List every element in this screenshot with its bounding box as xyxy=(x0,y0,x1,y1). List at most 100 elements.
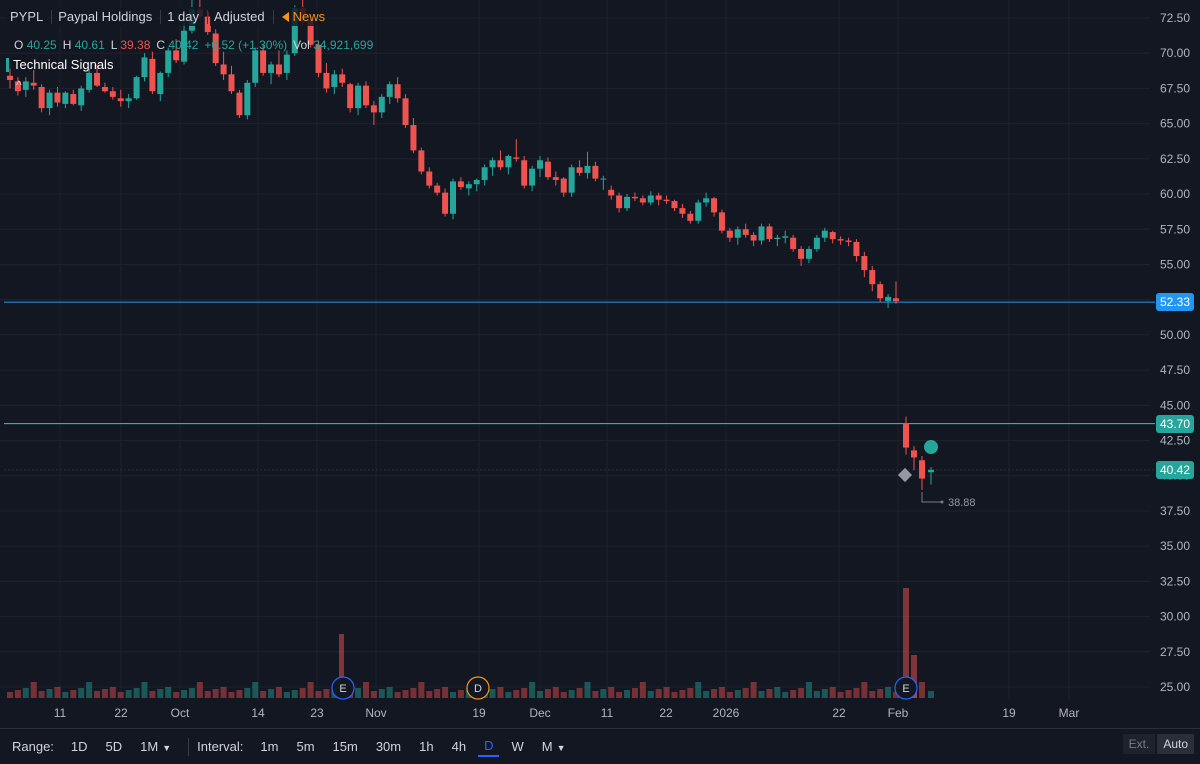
candle-body xyxy=(347,84,354,109)
change-value: +0.52 (+1.30%) xyxy=(204,38,288,52)
volume-bar xyxy=(196,682,203,698)
volume-bar xyxy=(750,682,757,698)
candle-body xyxy=(837,239,844,241)
candle-body xyxy=(821,230,828,238)
volume-bar xyxy=(434,689,441,698)
interval-1m-button[interactable]: 1m xyxy=(254,737,284,756)
ext-hours-toggle[interactable]: Ext. xyxy=(1122,734,1156,754)
time-axis-label: 14 xyxy=(251,706,265,720)
volume-bar xyxy=(592,691,599,698)
volume-bar xyxy=(86,682,93,698)
header-divider xyxy=(160,9,162,24)
candle-body xyxy=(489,160,496,168)
interval-5m-button[interactable]: 5m xyxy=(290,737,320,756)
candle-body xyxy=(655,195,662,200)
volume-bar xyxy=(165,687,172,698)
candle-body xyxy=(568,167,575,193)
volume-bar xyxy=(639,682,646,698)
candle-body xyxy=(718,212,725,231)
price-chart[interactable]: 72.50 70.00 67.50 65.00 62.50 60.00 57.50 55.00… xyxy=(0,0,1200,728)
volume-bar xyxy=(355,688,362,698)
volume-bar xyxy=(489,689,496,698)
range-label: Range: xyxy=(12,739,54,754)
auto-scale-toggle[interactable]: Auto xyxy=(1157,734,1194,754)
candle-body xyxy=(750,234,757,241)
interval-d-button[interactable]: D xyxy=(478,736,500,757)
candle-body xyxy=(584,165,591,173)
volume-bar xyxy=(608,687,615,698)
event-marker-label: E xyxy=(339,683,346,695)
price-axis-label: 50.00 xyxy=(1160,328,1190,342)
volume-bar xyxy=(394,692,401,698)
adjusted-toggle[interactable]: Adjusted xyxy=(210,7,269,26)
candle-body xyxy=(798,248,805,259)
volume-bar xyxy=(386,687,393,698)
interval-w-button[interactable]: W xyxy=(505,737,529,756)
candle-body xyxy=(903,423,909,448)
candle-body xyxy=(426,171,433,186)
candle-body xyxy=(339,74,346,83)
interval-4h-button[interactable]: 4h xyxy=(446,737,472,756)
interval-label[interactable]: 1 day xyxy=(163,7,204,26)
candle-body xyxy=(671,201,678,209)
volume-bar xyxy=(291,690,298,698)
event-marker-label: D xyxy=(474,683,482,695)
interval-m-button[interactable]: M ▼ xyxy=(536,737,572,756)
candle-body xyxy=(86,72,93,90)
volume-bar xyxy=(928,691,934,698)
candle-body xyxy=(220,64,227,75)
volume-bar xyxy=(703,691,710,698)
interval-1h-button[interactable]: 1h xyxy=(413,737,439,756)
volume-bar xyxy=(695,682,702,698)
candle-body xyxy=(560,178,567,193)
volume-bar xyxy=(62,692,69,698)
volume-label: Vol xyxy=(293,38,310,52)
candle-body xyxy=(631,196,638,199)
volume-bar xyxy=(157,689,164,698)
range-1m-label: 1M xyxy=(140,739,159,754)
time-axis-label: 22 xyxy=(832,706,846,720)
time-axis-label: Oct xyxy=(171,706,190,720)
volume-bar xyxy=(141,682,148,698)
volume-bar xyxy=(861,682,868,698)
chevron-down-icon: ▼ xyxy=(556,743,566,753)
candle-body xyxy=(386,84,393,97)
volume-bar xyxy=(631,688,638,698)
header-divider xyxy=(51,9,53,24)
signal-dot xyxy=(924,440,938,454)
candle-body xyxy=(362,85,369,106)
candle-body xyxy=(703,198,710,203)
range-1d-button[interactable]: 1D xyxy=(65,737,94,756)
candle-body xyxy=(663,199,670,202)
time-axis-label: 19 xyxy=(472,706,486,720)
candle-body xyxy=(418,150,425,172)
volume-bar xyxy=(101,689,108,698)
volume-bar xyxy=(782,692,789,698)
candle-body xyxy=(450,181,456,214)
volume-bar xyxy=(378,689,385,698)
symbol-label[interactable]: PYPL xyxy=(6,7,48,26)
candle-body xyxy=(537,160,544,169)
price-axis-label: 25.00 xyxy=(1160,680,1190,694)
interval-30m-button[interactable]: 30m xyxy=(370,737,407,756)
candle-body xyxy=(355,85,362,109)
interval-15m-button[interactable]: 15m xyxy=(327,737,364,756)
range-1m-button[interactable]: 1M ▼ xyxy=(134,737,177,756)
volume-bar xyxy=(402,690,409,698)
technical-signals[interactable]: Technical Signals xyxy=(6,57,113,72)
volume-bar xyxy=(655,689,662,698)
volume-bar xyxy=(513,690,520,698)
candle-body xyxy=(734,229,741,238)
price-tag-mid: 43.70 xyxy=(1156,415,1194,433)
collapse-chevron-icon[interactable]: ^ xyxy=(16,78,22,92)
range-5d-button[interactable]: 5D xyxy=(100,737,129,756)
volume-bar xyxy=(624,690,631,698)
news-button[interactable]: News xyxy=(275,7,330,26)
volume-bar xyxy=(521,688,528,698)
chevron-down-icon: ▼ xyxy=(162,743,172,753)
price-axis-label: 47.50 xyxy=(1160,363,1190,377)
candle-body xyxy=(845,240,852,242)
time-axis-label: 22 xyxy=(114,706,128,720)
volume-bar xyxy=(299,688,306,698)
candle-body xyxy=(521,160,528,186)
